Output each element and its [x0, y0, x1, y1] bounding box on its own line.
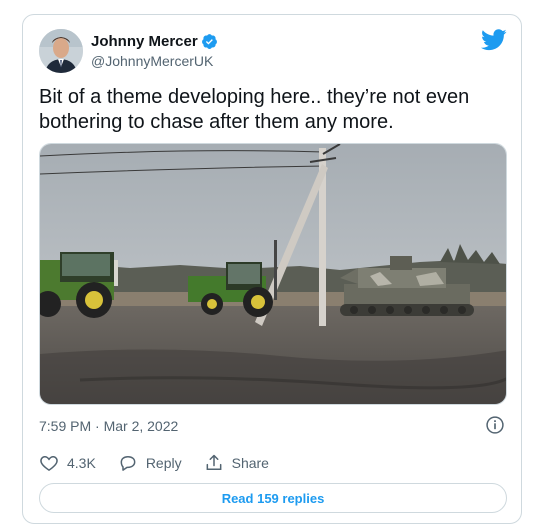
speech-bubble-icon	[120, 456, 136, 471]
reply-button[interactable]: Reply	[118, 453, 182, 473]
reply-label: Reply	[145, 455, 182, 471]
verified-badge-icon	[201, 34, 217, 49]
share-label: Share	[231, 455, 269, 471]
read-replies-button[interactable]: Read 159 replies	[39, 483, 507, 513]
author-handle[interactable]: @JohnnyMercerUK	[91, 53, 213, 69]
author-name[interactable]: Johnny Mercer	[91, 33, 198, 50]
author-name-line: Johnny Mercer	[91, 33, 218, 50]
tweet-actions: 4.3K Reply Share	[39, 453, 291, 473]
tweet-header: Johnny Mercer @JohnnyMercerUK	[39, 29, 507, 77]
tweet-text: Bit of a theme developing here.. they’re…	[39, 86, 470, 133]
info-icon[interactable]	[485, 415, 505, 435]
avatar[interactable]	[39, 29, 83, 73]
tweet-video[interactable]	[39, 143, 507, 405]
like-count: 4.3K	[67, 455, 96, 471]
tweet-timestamp[interactable]: 7:59 PM · Mar 2, 2022	[39, 418, 178, 434]
twitter-bird-icon[interactable]	[481, 29, 507, 51]
video-frame-image	[40, 144, 506, 404]
tweet-card: Johnny Mercer @JohnnyMercerUK Bit of a t…	[22, 14, 522, 524]
like-button[interactable]: 4.3K	[39, 453, 96, 473]
share-upload-icon	[206, 454, 222, 470]
heart-icon	[40, 455, 58, 471]
avatar-image	[39, 29, 83, 73]
share-button[interactable]: Share	[204, 453, 269, 473]
